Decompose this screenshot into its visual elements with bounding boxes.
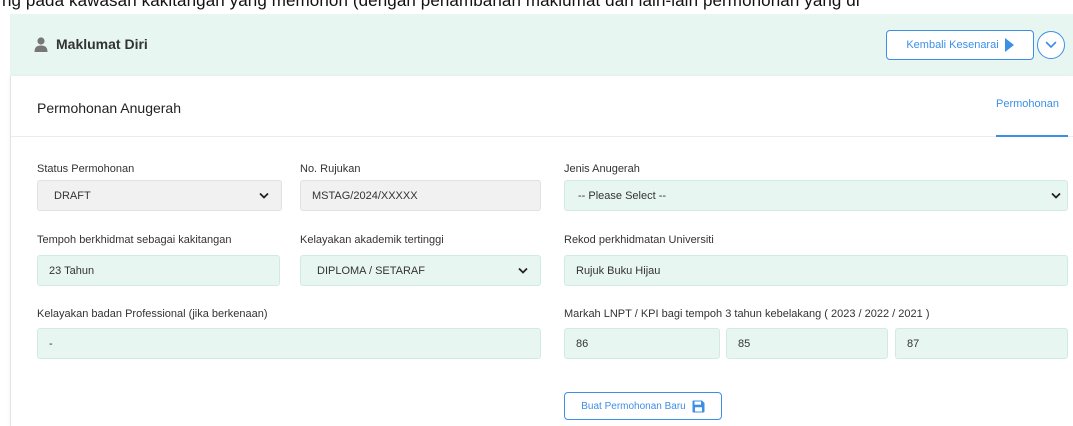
card-title: Permohonan Anugerah xyxy=(37,100,181,116)
rujukan-value: MSTAG/2024/XXXXX xyxy=(312,189,418,202)
akademik-value: DIPLOMA / SETARAF xyxy=(317,264,425,277)
jenis-select[interactable]: -- Please Select -- xyxy=(564,180,1068,211)
chevron-down-icon xyxy=(259,192,269,199)
play-icon xyxy=(1004,38,1014,52)
markah-2022-field[interactable]: 85 xyxy=(726,328,888,359)
rekod-field[interactable]: Rujuk Buku Hijau xyxy=(564,255,1068,286)
maklumat-diri-header: Maklumat Diri Kembali Kesenarai xyxy=(10,14,1073,76)
jenis-label: Jenis Anugerah xyxy=(564,163,640,175)
akademik-select[interactable]: DIPLOMA / SETARAF xyxy=(300,255,541,286)
floppy-disk-icon xyxy=(692,400,705,412)
clipped-instruction-line: ng pada kawasan kakitangan yang memohon … xyxy=(2,0,860,10)
rujukan-label: No. Rujukan xyxy=(300,163,361,175)
user-icon xyxy=(34,36,48,52)
chevron-down-icon xyxy=(518,267,528,274)
markah-2023-value: 86 xyxy=(576,337,589,350)
rekod-label: Rekod perkhidmatan Universiti xyxy=(564,234,714,246)
professional-label: Kelayakan badan Professional (jika berke… xyxy=(37,308,268,320)
markah-2021-field[interactable]: 87 xyxy=(895,328,1068,359)
status-label: Status Permohonan xyxy=(37,163,135,175)
jenis-value: -- Please Select -- xyxy=(578,189,667,202)
clipped-instruction-text: ng pada kawasan kakitangan yang memohon … xyxy=(0,0,1073,14)
tempoh-field[interactable]: 23 Tahun xyxy=(37,255,280,286)
markah-2021-value: 87 xyxy=(907,337,920,350)
markah-2022-value: 85 xyxy=(738,337,751,350)
tab-active-indicator xyxy=(996,135,1068,137)
tab-permohonan[interactable]: Permohonan xyxy=(996,98,1059,110)
chevron-down-icon xyxy=(1051,192,1061,199)
permohonan-card: Permohonan Anugerah Permohonan Status Pe… xyxy=(10,76,1073,426)
markah-2023-field[interactable]: 86 xyxy=(564,328,720,359)
back-to-list-label: Kembali Kesenarai xyxy=(906,39,999,51)
professional-field[interactable]: - xyxy=(37,328,541,359)
akademik-label: Kelayakan akademik tertinggi xyxy=(300,234,444,246)
create-application-button[interactable]: Buat Permohonan Baru xyxy=(564,392,722,420)
card-divider xyxy=(11,136,1073,137)
rujukan-field: MSTAG/2024/XXXXX xyxy=(300,180,541,211)
collapse-button[interactable] xyxy=(1037,31,1065,59)
status-select[interactable]: DRAFT xyxy=(37,180,282,211)
markah-label: Markah LNPT / KPI bagi tempoh 3 tahun ke… xyxy=(564,308,930,320)
rekod-value: Rujuk Buku Hijau xyxy=(576,264,661,277)
tempoh-label: Tempoh berkhidmat sebagai kakitangan xyxy=(37,234,232,246)
create-application-label: Buat Permohonan Baru xyxy=(581,400,686,412)
header-title: Maklumat Diri xyxy=(34,36,148,52)
chevron-down-icon xyxy=(1045,41,1057,48)
header-title-text: Maklumat Diri xyxy=(56,36,148,52)
professional-value: - xyxy=(49,337,53,350)
tempoh-value: 23 Tahun xyxy=(49,264,95,277)
status-value: DRAFT xyxy=(54,189,91,202)
back-to-list-button[interactable]: Kembali Kesenarai xyxy=(886,30,1034,60)
